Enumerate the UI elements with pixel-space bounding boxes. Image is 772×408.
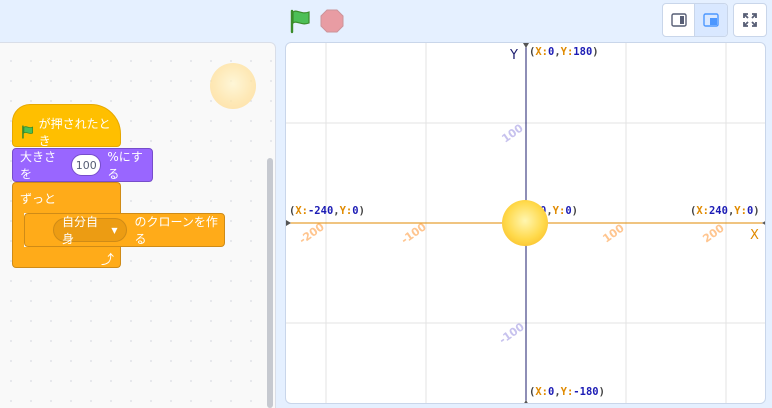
forever-block[interactable]: ずっと [12, 182, 121, 213]
forever-label: ずっと [20, 191, 57, 206]
scratch-editor: が押されたとき 大きさを 100 %にする ずっと ⤴ 自分自身 ▼ のクローン… [0, 0, 772, 408]
stage-size-toggle [662, 3, 728, 37]
stop-icon[interactable] [320, 9, 344, 33]
stage[interactable]: Y X (X:0,Y:180) (X:0,Y:-180) (X:-240,Y:0… [285, 42, 766, 404]
small-stage-button[interactable] [663, 4, 696, 36]
forever-block-bottom: ⤴ [12, 247, 121, 268]
set-size-prefix: 大きさを [20, 150, 57, 181]
chevron-down-icon: ▼ [111, 225, 118, 235]
x-axis-letter: X [750, 228, 759, 243]
green-flag-icon[interactable] [287, 8, 313, 34]
code-scrollbar[interactable] [267, 158, 273, 408]
fullscreen-button[interactable] [733, 3, 767, 37]
small-stage-icon [670, 13, 687, 27]
when-flag-clicked-block[interactable]: が押されたとき [12, 104, 121, 148]
clone-suffix-label: のクローンを作る [134, 215, 218, 246]
clone-target-dropdown[interactable]: 自分自身 ▼ [53, 215, 127, 246]
y-axis-letter: Y [510, 48, 518, 63]
coord-right: (X:240,Y:0) [690, 205, 760, 217]
sprite-watermark [210, 63, 256, 109]
green-flag-icon [22, 124, 34, 139]
coord-left: (X:-240,Y:0) [289, 205, 365, 217]
size-value-input[interactable]: 100 [71, 154, 102, 176]
normal-stage-button[interactable] [695, 4, 727, 36]
hat-block-label: が押されたとき [38, 116, 111, 148]
fullscreen-icon [743, 13, 757, 27]
forever-block-arm [12, 212, 24, 248]
set-size-block[interactable]: 大きさを 100 %にする [12, 148, 153, 182]
coord-top: (X:0,Y:180) [529, 46, 599, 58]
normal-stage-icon [703, 13, 719, 27]
create-clone-block[interactable]: 自分自身 ▼ のクローンを作る [24, 213, 225, 247]
loop-arrow-icon: ⤴ [100, 253, 114, 268]
clone-target-value: 自分自身 [62, 215, 99, 246]
sprite-ball[interactable] [502, 200, 548, 246]
set-size-suffix: %にする [107, 150, 143, 181]
coord-bottom: (X:0,Y:-180) [529, 386, 605, 398]
